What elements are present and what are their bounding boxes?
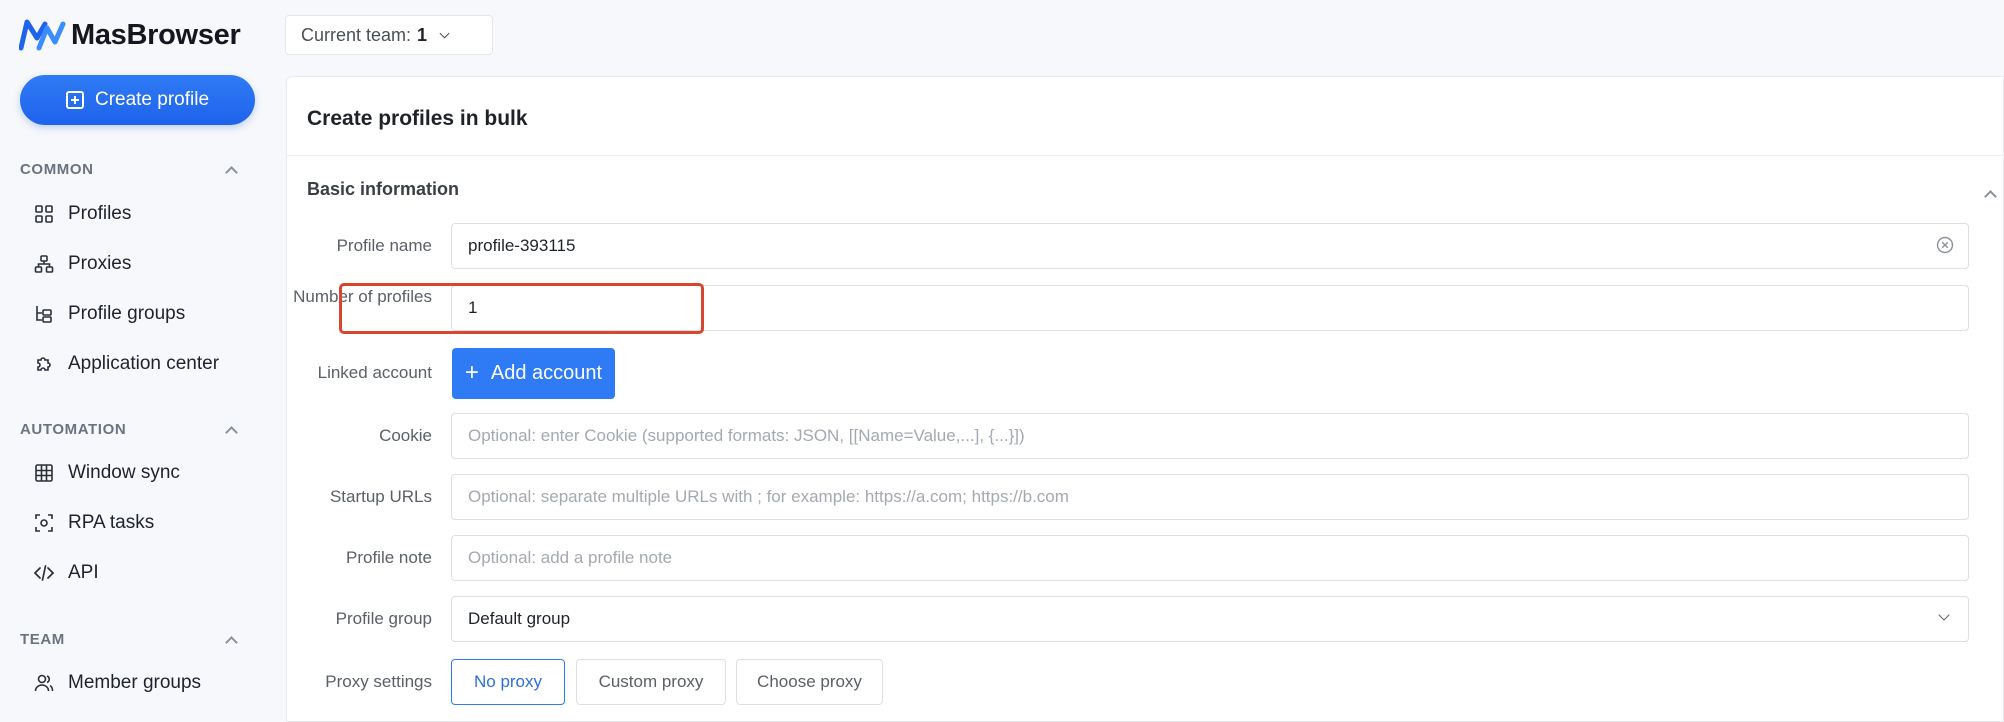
linked-account-label: Linked account xyxy=(317,363,432,382)
scan-icon xyxy=(34,513,54,533)
section-automation[interactable]: AUTOMATION xyxy=(20,421,240,439)
add-account-button[interactable]: + Add account xyxy=(452,348,615,399)
profile-group-value: Default group xyxy=(468,609,571,628)
grid-icon xyxy=(34,204,54,224)
team-label: Current team: xyxy=(301,24,412,45)
sidebar-item-label: Application center xyxy=(68,353,220,374)
profile-group-select[interactable]: Default group xyxy=(451,596,1969,642)
section-title: AUTOMATION xyxy=(20,421,127,438)
sidebar-item-application-center[interactable]: Application center xyxy=(20,342,240,386)
sidebar-item-label: Proxies xyxy=(68,253,132,274)
collapse-chevron-icon[interactable] xyxy=(1984,190,1997,203)
page-title: Create profiles in bulk xyxy=(307,107,528,130)
puzzle-icon xyxy=(34,354,54,374)
profile-name-input[interactable] xyxy=(468,224,1968,268)
section-title: COMMON xyxy=(20,161,94,178)
team-value: 1 xyxy=(417,24,428,45)
section-team[interactable]: TEAM xyxy=(20,631,240,649)
sidebar: MasBrowser Create profile COMMON Profile… xyxy=(0,0,270,722)
sidebar-item-rpa-tasks[interactable]: RPA tasks xyxy=(20,501,240,545)
table-icon xyxy=(34,463,54,483)
choose-proxy-option[interactable]: Choose proxy xyxy=(736,659,883,705)
custom-proxy-option[interactable]: Custom proxy xyxy=(576,659,726,705)
app-name: MasBrowser xyxy=(71,18,241,51)
masbrowser-logo-icon xyxy=(19,19,66,51)
sidebar-item-api[interactable]: API xyxy=(20,551,240,595)
profile-group-label: Profile group xyxy=(335,609,432,628)
sidebar-item-proxies[interactable]: Proxies xyxy=(20,242,240,286)
proxy-settings-label: Proxy settings xyxy=(325,672,432,691)
cookie-label: Cookie xyxy=(379,426,432,445)
startup-urls-input[interactable] xyxy=(468,475,1968,519)
number-of-profiles-field[interactable] xyxy=(451,285,1969,331)
profile-note-input[interactable] xyxy=(468,536,1968,580)
sidebar-item-label: RPA tasks xyxy=(68,512,155,533)
clear-icon[interactable] xyxy=(1936,236,1954,254)
app-logo[interactable]: MasBrowser xyxy=(19,15,241,55)
sidebar-item-window-sync[interactable]: Window sync xyxy=(20,451,240,495)
add-account-label: Add account xyxy=(490,362,603,384)
chevron-down-icon xyxy=(1938,609,1950,621)
sidebar-item-label: Window sync xyxy=(68,462,180,483)
sidebar-item-profiles[interactable]: Profiles xyxy=(20,192,240,236)
chevron-up-icon xyxy=(225,425,238,439)
sidebar-item-label: Profile groups xyxy=(68,303,186,324)
create-profile-label: Create profile xyxy=(94,89,210,110)
cookie-field[interactable] xyxy=(451,413,1969,459)
no-proxy-option[interactable]: No proxy xyxy=(451,659,565,705)
startup-urls-field[interactable] xyxy=(451,474,1969,520)
create-profile-button[interactable]: Create profile xyxy=(20,75,255,125)
chevron-up-icon xyxy=(225,165,238,179)
sidebar-item-label: Profiles xyxy=(68,203,132,224)
plus-icon: + xyxy=(464,358,479,386)
number-of-profiles-label: Number of profiles xyxy=(293,287,432,306)
plus-square-icon xyxy=(65,91,84,109)
cookie-input[interactable] xyxy=(468,414,1968,458)
sidebar-item-member-groups[interactable]: Member groups xyxy=(20,661,240,705)
current-team-select[interactable]: Current team: 1 xyxy=(285,15,493,55)
divider xyxy=(287,155,2003,156)
sidebar-item-label: API xyxy=(68,562,99,583)
chevron-down-icon xyxy=(439,28,450,38)
profile-note-field[interactable] xyxy=(451,535,1969,581)
section-common[interactable]: COMMON xyxy=(20,161,240,179)
create-bulk-panel: Create profiles in bulk Basic informatio… xyxy=(286,76,2004,722)
code-icon xyxy=(34,563,54,583)
chevron-up-icon xyxy=(225,635,238,649)
network-icon xyxy=(34,254,54,274)
sidebar-item-profile-groups[interactable]: Profile groups xyxy=(20,292,240,336)
profile-note-label: Profile note xyxy=(346,548,432,567)
number-of-profiles-input[interactable] xyxy=(468,286,1968,330)
section-title: TEAM xyxy=(20,631,65,648)
startup-urls-label: Startup URLs xyxy=(329,487,432,506)
profile-name-label: Profile name xyxy=(336,236,432,255)
profile-name-field[interactable] xyxy=(451,223,1969,269)
users-icon xyxy=(34,673,54,693)
section-basic-information[interactable]: Basic information xyxy=(307,179,459,200)
sidebar-item-label: Member groups xyxy=(68,672,202,693)
tree-icon xyxy=(34,304,54,324)
